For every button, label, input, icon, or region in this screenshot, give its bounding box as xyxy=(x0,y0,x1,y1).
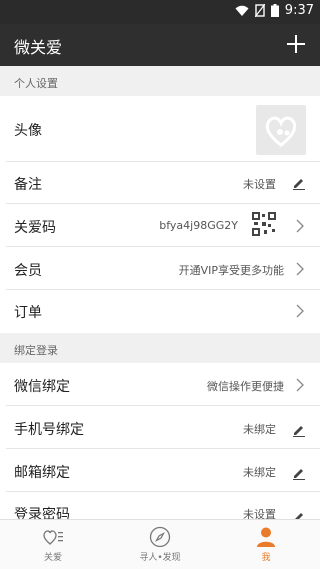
chevron-right-icon xyxy=(296,262,304,276)
avatar-label: 头像 xyxy=(14,123,42,139)
wechat-bind-label: 微信绑定 xyxy=(14,379,70,395)
tab-care[interactable]: 关爱 xyxy=(13,526,93,563)
member-label: 会员 xyxy=(14,263,42,279)
phone-bind-label: 手机号绑定 xyxy=(14,422,84,438)
battery-icon xyxy=(270,4,279,17)
avatar[interactable] xyxy=(256,105,306,155)
section-header-personal: 个人设置 xyxy=(0,66,320,96)
app-bar: 微关爱 xyxy=(0,24,320,66)
tab-me[interactable]: 我 xyxy=(226,526,306,563)
bottom-tab-bar: 关爱 寻人•发现 我 xyxy=(0,519,320,569)
tab-discover-label: 寻人•发现 xyxy=(139,553,181,563)
heart-list-icon xyxy=(43,530,63,545)
member-row[interactable]: 会员 开通VIP享受更多功能 xyxy=(0,247,320,290)
remark-row[interactable]: 备注 未设置 xyxy=(0,162,320,204)
app-title: 微关爱 xyxy=(14,38,63,57)
email-bind-value: 未绑定 xyxy=(243,466,276,479)
status-bar: 9:37 xyxy=(0,0,320,24)
pencil-icon[interactable] xyxy=(292,176,306,190)
email-bind-row[interactable]: 邮箱绑定 未绑定 xyxy=(0,449,320,492)
pencil-icon[interactable] xyxy=(292,423,306,437)
order-row[interactable]: 订单 xyxy=(0,290,320,332)
wifi-icon xyxy=(235,5,249,16)
member-value: 开通VIP享受更多功能 xyxy=(178,264,284,277)
status-time: 9:37 xyxy=(284,3,314,18)
phone-bind-row[interactable]: 手机号绑定 未绑定 xyxy=(0,406,320,449)
password-label: 登录密码 xyxy=(14,507,70,519)
password-row[interactable]: 登录密码 未设置 xyxy=(0,492,320,519)
tab-care-label: 关爱 xyxy=(43,553,62,563)
wechat-bind-value: 微信操作更便捷 xyxy=(207,380,284,393)
phone-bind-value: 未绑定 xyxy=(243,423,276,436)
wechat-bind-row[interactable]: 微信绑定 微信操作更便捷 xyxy=(0,363,320,406)
tab-me-label: 我 xyxy=(261,553,271,563)
chevron-right-icon xyxy=(296,219,304,233)
pencil-icon[interactable] xyxy=(292,510,306,519)
chevron-right-icon xyxy=(296,304,304,318)
password-value: 未设置 xyxy=(243,508,276,519)
avatar-placeholder-icon xyxy=(265,116,297,147)
order-label: 订单 xyxy=(14,305,42,321)
person-icon xyxy=(257,527,275,547)
email-bind-label: 邮箱绑定 xyxy=(14,465,70,481)
remark-label: 备注 xyxy=(14,177,42,193)
chevron-right-icon xyxy=(296,378,304,392)
pencil-icon[interactable] xyxy=(292,466,306,480)
section-header-binding: 绑定登录 xyxy=(0,333,320,363)
tab-discover[interactable]: 寻人•发现 xyxy=(120,526,200,563)
status-icons: 9:37 xyxy=(235,3,314,18)
plus-icon[interactable] xyxy=(286,34,306,54)
remark-value: 未设置 xyxy=(243,178,276,191)
compass-icon xyxy=(149,526,171,548)
care-code-value: bfya4j98GG2Y xyxy=(159,219,238,232)
qr-code-icon[interactable] xyxy=(252,212,276,236)
no-sim-icon xyxy=(254,4,265,17)
care-code-label: 关爱码 xyxy=(14,220,56,236)
